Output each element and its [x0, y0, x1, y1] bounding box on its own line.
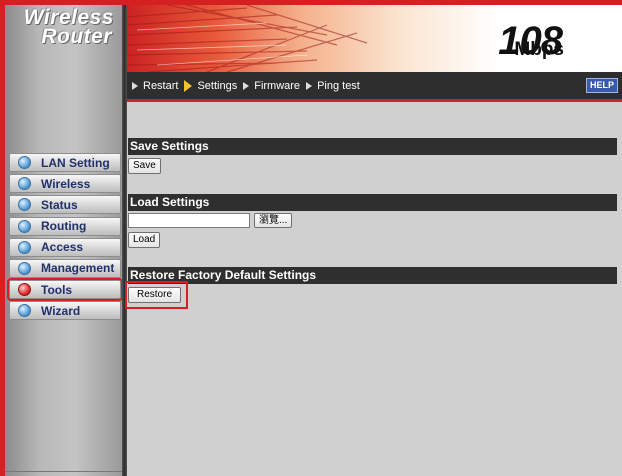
menu-label: Ping test: [317, 79, 360, 92]
sidebar-item-label: Wizard: [41, 303, 81, 318]
help-button[interactable]: HELP: [585, 78, 618, 93]
restore-defaults-title: Restore Factory Default Settings: [128, 267, 617, 284]
active-arrow-right-icon: [184, 79, 193, 92]
menu-settings[interactable]: Settings: [184, 79, 238, 92]
bullet-icon: [18, 177, 31, 191]
banner-unit: Mbps: [514, 39, 564, 60]
sidebar-item-label: LAN Setting: [41, 155, 110, 170]
sidebar-item-label: Access: [41, 240, 84, 255]
sidebar-item-label: Tools: [41, 282, 73, 297]
sidebar-item-lan-setting[interactable]: LAN Setting: [9, 153, 121, 172]
menu-restart[interactable]: Restart: [132, 80, 178, 92]
arrow-right-icon: [243, 81, 250, 90]
bullet-icon: [18, 198, 31, 212]
sidebar-item-label: Management: [41, 261, 115, 276]
load-button[interactable]: Load: [128, 232, 161, 248]
load-settings-title: Load Settings: [128, 194, 617, 211]
sidebar-item-label: Routing: [41, 219, 87, 234]
menu-ping-test[interactable]: Ping test: [306, 80, 360, 92]
file-path-input[interactable]: [128, 213, 250, 228]
sidebar-item-label: Wireless: [41, 176, 91, 191]
sidebar: Wireless Router LAN Setting Wireless Sta…: [5, 5, 123, 476]
restore-button[interactable]: Restore: [128, 287, 182, 303]
menu-label: Firmware: [254, 79, 301, 92]
active-bullet-icon: [18, 283, 31, 297]
arrow-right-icon: [132, 81, 138, 90]
bullet-icon: [18, 261, 31, 275]
sidebar-item-routing[interactable]: Routing: [9, 216, 121, 236]
save-button[interactable]: Save: [128, 158, 161, 174]
bullet-icon: [18, 304, 31, 318]
sidebar-item-access[interactable]: Access: [9, 237, 121, 257]
browse-button[interactable]: 瀏覽...: [254, 213, 293, 228]
menu-firmware[interactable]: Firmware: [243, 80, 300, 92]
sidebar-item-tools[interactable]: Tools: [7, 278, 123, 302]
brand-line-2: Router: [41, 25, 112, 48]
menu-label: Restart: [143, 79, 179, 92]
menu-label: Settings: [197, 79, 238, 92]
sidebar-item-status[interactable]: Status: [9, 195, 121, 215]
bullet-icon: [18, 240, 31, 254]
header-banner: 108 Mbps: [127, 5, 622, 72]
arrow-right-icon: [306, 81, 313, 90]
sidebar-item-wizard[interactable]: Wizard: [9, 301, 121, 321]
sidebar-nav: LAN Setting Wireless Status Routing Acce…: [7, 153, 123, 323]
sidebar-divider: [5, 471, 122, 472]
bullet-icon: [18, 219, 31, 233]
top-menu-bar: Restart Settings Firmware Ping test HELP: [127, 72, 622, 102]
main-content: Save Settings Save Load Settings 瀏覽... L…: [125, 102, 622, 476]
bullet-icon: [18, 156, 31, 169]
sidebar-item-management[interactable]: Management: [9, 258, 121, 278]
sidebar-item-label: Status: [41, 197, 78, 212]
save-settings-title: Save Settings: [128, 138, 617, 155]
sidebar-item-wireless[interactable]: Wireless: [9, 174, 121, 194]
